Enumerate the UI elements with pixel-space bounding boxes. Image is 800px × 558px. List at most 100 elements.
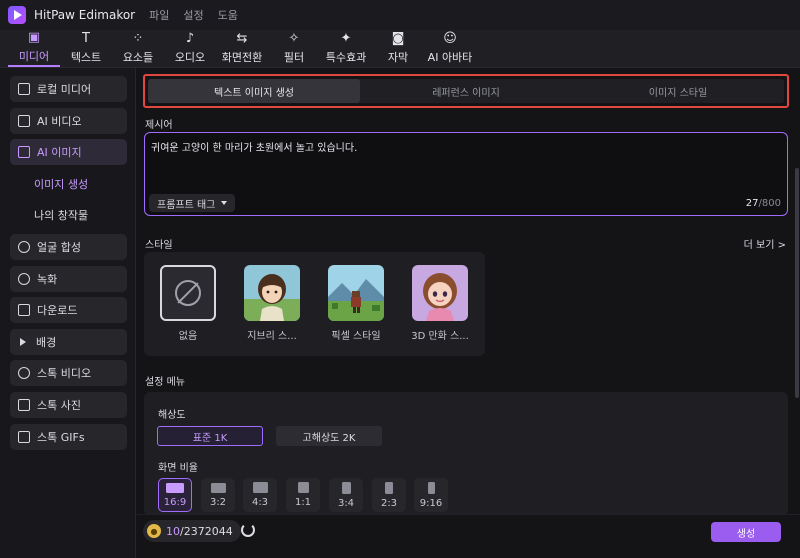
ratio-label: 4:3	[251, 497, 269, 508]
filter-icon: ✧	[288, 30, 300, 46]
chevron-down-icon	[221, 201, 228, 205]
sidebar-item-stock-video[interactable]: 스톡 비디오	[10, 360, 127, 387]
menu-file[interactable]: 파일	[149, 7, 169, 23]
tab-bar-highlight: 텍스트 이미지 생성 레퍼런스 이미지 이미지 스타일	[143, 74, 789, 108]
tool-effects[interactable]: ✦ 특수효과	[320, 29, 372, 67]
tab-image-style[interactable]: 이미지 스타일	[572, 79, 784, 103]
prompt-input[interactable]: 귀여운 고양이 한 마리가 초원에서 놀고 있습니다. 프롬프트 태그 27/8…	[144, 132, 788, 216]
tool-subtitle-label: 자막	[387, 50, 409, 64]
ratio-2-3[interactable]: 2:3	[372, 478, 406, 512]
sidebar-item-stock-photo[interactable]: 스톡 사진	[10, 391, 127, 418]
ratio-1-1[interactable]: 1:1	[286, 478, 320, 512]
audio-icon: ♪	[185, 30, 195, 46]
stock-video-icon	[18, 367, 30, 380]
sidebar-item-stock-gifs[interactable]: 스톡 GIFs	[10, 423, 127, 450]
ratio-label: 9:16	[419, 497, 443, 509]
sidebar-item-label: 배경	[36, 335, 57, 349]
prompt-tag-button[interactable]: 프롬프트 태그	[149, 194, 236, 212]
effects-icon: ✦	[340, 30, 352, 46]
scrollbar-thumb[interactable]	[795, 168, 799, 398]
prompt-tag-label: 프롬프트 태그	[157, 199, 216, 211]
ratio-4-3[interactable]: 4:3	[243, 478, 277, 512]
style-card-label: 없음	[178, 331, 198, 342]
style-card-label: 지브리 스...	[247, 331, 297, 342]
style-thumb-ghibli	[244, 265, 300, 321]
tool-elements[interactable]: ⁘ 요소들	[112, 29, 164, 67]
tool-transition[interactable]: ⇆ 화면전환	[216, 29, 268, 67]
tool-audio[interactable]: ♪ 오디오	[164, 29, 216, 67]
tool-text-label: 텍스트	[70, 50, 102, 64]
ratio-16-9-icon	[166, 482, 184, 493]
ratio-4-3-icon	[252, 482, 268, 493]
char-count: 27	[745, 198, 759, 209]
resolution-standard-button[interactable]: 표준 1K	[157, 426, 263, 446]
tool-effects-label: 특수효과	[325, 50, 367, 64]
sidebar-item-record[interactable]: 녹화	[10, 265, 127, 292]
sidebar-item-background[interactable]: 배경	[10, 328, 127, 355]
refresh-icon[interactable]	[241, 523, 255, 537]
none-icon	[175, 280, 201, 306]
tab-reference-image[interactable]: 레퍼런스 이미지	[360, 79, 572, 103]
tool-elements-label: 요소들	[122, 50, 154, 64]
style-card-none[interactable]: 없음	[154, 265, 222, 342]
sidebar-item-ai-image[interactable]: AI 이미지	[10, 139, 127, 166]
footer-bar: ● 10/2372044 생성	[137, 514, 800, 558]
tool-text[interactable]: T 텍스트	[60, 29, 112, 67]
app-logo-icon	[8, 6, 26, 24]
ai-avatar-icon: ☺	[443, 30, 457, 46]
menu-help[interactable]: 도움	[218, 7, 238, 23]
sidebar-sub-image-generate[interactable]: 이미지 생성	[10, 171, 127, 197]
tab-text-to-image[interactable]: 텍스트 이미지 생성	[148, 79, 360, 103]
aspect-ratio-label: 화면 비율	[158, 463, 198, 474]
resolution-label: 해상도	[158, 410, 186, 421]
tool-subtitle[interactable]: ◙ 자막	[372, 29, 424, 67]
style-card-pixel[interactable]: 픽셀 스타일	[322, 265, 390, 342]
tool-ai-avatar[interactable]: ☺ AI 아바타	[424, 29, 476, 67]
more-styles-link[interactable]: 더 보기 >	[744, 236, 786, 251]
coin-icon: ●	[147, 524, 161, 538]
settings-section-title: 설정 메뉴	[145, 377, 185, 388]
sidebar-item-label: 스톡 비디오	[37, 367, 92, 381]
stock-photo-icon	[18, 398, 30, 411]
ratio-9-16-icon	[427, 481, 435, 494]
style-card-ghibli[interactable]: 지브리 스...	[238, 265, 306, 342]
tool-media-label: 미디어	[18, 49, 50, 63]
ratio-9-16[interactable]: 9:16	[414, 478, 448, 512]
ratio-3-2[interactable]: 3:2	[201, 478, 235, 512]
sidebar-item-face-swap[interactable]: 얼굴 합성	[10, 233, 127, 260]
transition-icon: ⇆	[236, 30, 248, 46]
sidebar-item-download[interactable]: 다운로드	[10, 297, 127, 324]
ratio-3-4[interactable]: 3:4	[329, 478, 363, 512]
tool-filter-label: 필터	[283, 50, 305, 64]
gif-icon	[18, 430, 30, 443]
sidebar-sub-my-creations[interactable]: 나의 창작물	[10, 202, 127, 228]
credits-total: /2372044	[180, 524, 233, 538]
style-card-3d-cartoon[interactable]: 3D 만화 스...	[406, 265, 474, 342]
text-icon: T	[82, 30, 90, 46]
ratio-3-2-icon	[210, 482, 226, 493]
sidebar: 로컬 미디어 AI 비디오 AI 이미지 이미지 생성 나의 창작물 얼굴 합성…	[0, 68, 136, 558]
ratio-3-4-icon	[341, 481, 351, 494]
sidebar-item-label: 얼굴 합성	[37, 240, 81, 254]
menu-settings[interactable]: 설정	[183, 7, 203, 23]
ratio-16-9[interactable]: 16:9	[158, 478, 192, 512]
tool-media[interactable]: ▣ 미디어	[8, 29, 60, 67]
tool-filter[interactable]: ✧ 필터	[268, 29, 320, 67]
subtitle-icon: ◙	[391, 30, 405, 46]
style-section-title: 스타일	[145, 240, 173, 251]
prompt-text[interactable]: 귀여운 고양이 한 마리가 초원에서 놀고 있습니다.	[151, 139, 357, 154]
ratio-label: 16:9	[163, 496, 187, 508]
tab-bar: 텍스트 이미지 생성 레퍼런스 이미지 이미지 스타일	[148, 79, 784, 103]
ai-image-icon	[18, 146, 30, 159]
sidebar-item-local-media[interactable]: 로컬 미디어	[10, 76, 127, 102]
main-panel: 텍스트 이미지 생성 레퍼런스 이미지 이미지 스타일 제시어 귀여운 고양이 …	[137, 68, 800, 558]
generate-button[interactable]: 생성	[711, 522, 781, 542]
resolution-high-button[interactable]: 고해상도 2K	[276, 426, 382, 446]
style-thumb-none	[160, 265, 216, 321]
background-icon	[20, 337, 26, 346]
sidebar-item-label: 로컬 미디어	[37, 83, 92, 96]
style-card-label: 픽셀 스타일	[331, 331, 381, 342]
sidebar-item-ai-video[interactable]: AI 비디오	[10, 107, 127, 134]
ratio-label: 2:3	[380, 497, 398, 509]
scrollbar-track[interactable]	[794, 108, 800, 508]
